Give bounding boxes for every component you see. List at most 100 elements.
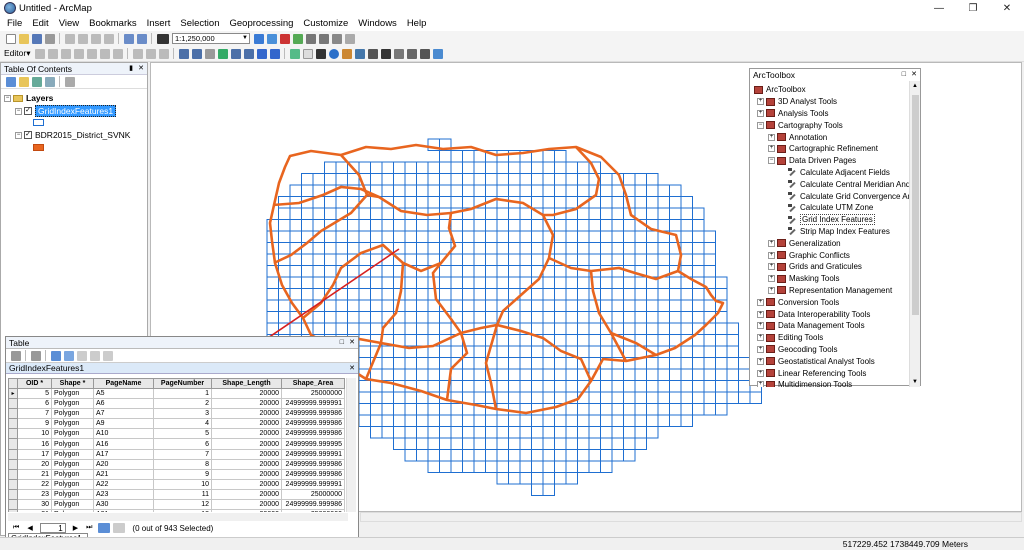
table-cell[interactable]: A23 xyxy=(93,488,154,501)
toolbox-item[interactable]: + Data Management Tools xyxy=(757,320,865,332)
list-by-drawing-order-icon[interactable] xyxy=(5,76,16,87)
menu-customize[interactable]: Customize xyxy=(298,16,353,31)
time-slider-icon[interactable] xyxy=(419,48,430,59)
close-icon[interactable]: ✕ xyxy=(349,337,355,349)
attribute-grid[interactable]: OID * Shape * PageName PageNumber Shape_Leng… xyxy=(8,378,348,512)
table-cell[interactable]: A5 xyxy=(93,387,154,400)
table-cell[interactable]: 11 xyxy=(153,488,212,501)
zoom-out-icon[interactable] xyxy=(191,48,202,59)
print-icon[interactable] xyxy=(44,33,55,44)
menu-help[interactable]: Help xyxy=(402,16,432,31)
find-route-icon[interactable] xyxy=(393,48,404,59)
toolbox-item[interactable]: + Annotation xyxy=(768,131,827,143)
full-extent-icon[interactable] xyxy=(217,48,228,59)
table-cell[interactable]: Polygon xyxy=(51,468,94,480)
row-selector[interactable] xyxy=(8,468,18,480)
previous-record-icon[interactable]: ◀ xyxy=(27,524,32,532)
select-by-attributes-icon[interactable] xyxy=(50,350,61,361)
row-selector[interactable] xyxy=(8,488,18,501)
table-cell[interactable]: 20000 xyxy=(211,458,282,470)
edit-tool-icon[interactable] xyxy=(34,48,45,59)
expand-icon[interactable]: + xyxy=(757,357,764,365)
table-row[interactable]: 30 Polygon A30 12 20000 24999999.999986 xyxy=(8,499,345,511)
layer-visibility-checkbox[interactable]: ✓ xyxy=(24,107,32,115)
table-cell[interactable]: 10 xyxy=(153,478,212,490)
table-cell[interactable]: Polygon xyxy=(51,398,94,410)
table-cell[interactable]: 21 xyxy=(17,468,52,480)
minimize-icon[interactable]: — xyxy=(922,0,956,16)
table-row[interactable]: 17 Polygon A17 7 20000 24999999.999991 xyxy=(8,448,345,460)
toolbox-item[interactable]: + Generalization xyxy=(768,237,841,249)
table-cell[interactable]: 20000 xyxy=(211,509,282,512)
create-features-icon[interactable] xyxy=(158,48,169,59)
table-cell[interactable]: A20 xyxy=(93,458,154,470)
toolbox-item[interactable]: + Geocoding Tools xyxy=(757,344,837,356)
identify-icon[interactable] xyxy=(328,48,339,59)
table-cell[interactable]: 5 xyxy=(153,428,212,440)
toolbox-item[interactable]: + Editing Tools xyxy=(757,332,823,344)
table-cell[interactable]: 1 xyxy=(153,387,212,400)
table-cell[interactable]: A17 xyxy=(93,448,154,460)
row-selector[interactable] xyxy=(8,509,18,512)
row-selector[interactable]: ▸ xyxy=(8,387,18,400)
measure-icon[interactable] xyxy=(367,48,378,59)
list-by-selection-icon[interactable] xyxy=(44,76,55,87)
table-cell[interactable]: A6 xyxy=(93,398,154,410)
expand-icon[interactable]: + xyxy=(768,251,775,259)
row-selector[interactable] xyxy=(8,499,18,511)
toolbox-item[interactable]: Calculate UTM Zone xyxy=(779,202,873,214)
scrollbar-thumb[interactable] xyxy=(912,95,919,315)
fixed-zoom-in-icon[interactable] xyxy=(230,48,241,59)
add-data-icon[interactable] xyxy=(156,33,169,44)
switch-selection-icon[interactable] xyxy=(63,350,74,361)
row-selector[interactable] xyxy=(8,448,18,460)
zoom-in-icon[interactable] xyxy=(178,48,189,59)
expand-icon[interactable]: + xyxy=(757,369,764,377)
table-cell[interactable]: Polygon xyxy=(51,499,94,511)
cut-icon[interactable] xyxy=(64,33,75,44)
table-cell[interactable]: 30 xyxy=(17,499,52,511)
table-cell[interactable]: Polygon xyxy=(51,438,94,450)
expand-icon[interactable]: + xyxy=(768,145,775,153)
expand-icon[interactable]: + xyxy=(757,345,764,353)
table-cell[interactable]: 17 xyxy=(17,448,52,460)
editor-menu-button[interactable]: Editor▾ xyxy=(4,48,30,59)
pin-icon[interactable]: ▮ xyxy=(129,63,133,75)
straight-segment-icon[interactable] xyxy=(60,48,71,59)
go-to-xy-icon[interactable] xyxy=(406,48,417,59)
row-selector[interactable] xyxy=(8,428,18,440)
related-tables-icon[interactable] xyxy=(30,350,41,361)
table-cell[interactable]: 6 xyxy=(153,438,212,450)
column-header[interactable]: Shape_Area xyxy=(281,378,345,389)
expand-icon[interactable]: + xyxy=(757,310,764,318)
collapse-icon[interactable]: − xyxy=(15,131,22,139)
menu-view[interactable]: View xyxy=(54,16,84,31)
layer-symbol-swatch[interactable] xyxy=(33,144,44,151)
catalog-icon[interactable] xyxy=(305,33,316,44)
table-vertical-scrollbar[interactable] xyxy=(346,378,356,512)
table-cell[interactable]: 12 xyxy=(153,499,212,511)
table-row[interactable]: 6 Polygon A6 2 20000 24999999.999991 xyxy=(8,398,345,410)
trace-icon[interactable] xyxy=(86,48,97,59)
show-all-records-icon[interactable] xyxy=(97,523,110,533)
whats-this-icon[interactable] xyxy=(344,33,355,44)
table-options-icon[interactable] xyxy=(10,350,21,361)
table-cell[interactable]: 20000 xyxy=(211,488,282,501)
table-row[interactable]: 9 Polygon A9 4 20000 24999999.999986 xyxy=(8,418,345,430)
list-by-visibility-icon[interactable] xyxy=(31,76,42,87)
table-cell[interactable]: 22 xyxy=(17,478,52,490)
sketch-properties-icon[interactable] xyxy=(145,48,156,59)
clear-selection-icon[interactable] xyxy=(302,48,313,59)
find-icon[interactable] xyxy=(380,48,391,59)
toolbox-item[interactable]: Strip Map Index Features xyxy=(779,226,890,238)
table-cell[interactable]: 24999999.999991 xyxy=(281,448,345,460)
table-cell[interactable]: A16 xyxy=(93,438,154,450)
row-selector[interactable] xyxy=(8,478,18,490)
table-cell[interactable]: 5 xyxy=(17,387,52,400)
restore-icon[interactable]: ❐ xyxy=(956,0,990,16)
toolbox-item[interactable]: + Conversion Tools xyxy=(757,296,839,308)
table-cell[interactable]: A30 xyxy=(93,499,154,511)
select-elements-icon[interactable] xyxy=(315,48,326,59)
table-cell[interactable]: 7 xyxy=(153,448,212,460)
table-cell[interactable]: 9 xyxy=(153,468,212,480)
